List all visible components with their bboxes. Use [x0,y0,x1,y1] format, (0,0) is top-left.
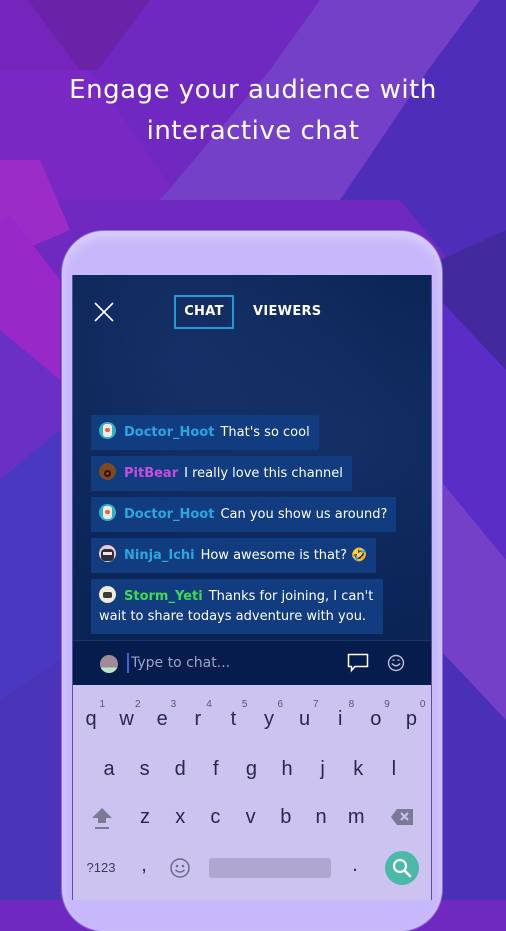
key-p[interactable]: p0 [394,697,428,741]
key-hint: 2 [135,699,141,710]
key-h[interactable]: h [270,747,304,791]
key-j[interactable]: j [306,747,340,791]
chat-input-bar [73,640,431,686]
key-hint: 5 [241,699,248,710]
backspace-key[interactable] [385,795,419,839]
key-y[interactable]: y6 [252,697,286,741]
keyboard: q1w2e3r4t5y6u7i8o9p0 asdfghjkl zxcvbnm ?… [73,685,431,900]
key-label: t [230,708,237,730]
username[interactable]: Doctor_Hoot [124,507,214,522]
owl-avatar[interactable] [99,422,116,439]
key-f[interactable]: f [199,747,233,791]
username[interactable]: Ninja_Ichi [124,548,195,563]
chat-message: Storm_Yeti Thanks for joining, I can't wa… [91,579,383,634]
tab-viewers[interactable]: VIEWERS [253,295,321,329]
key-hint: 1 [99,699,105,710]
message-text: I really love this channel [184,466,343,481]
key-hint: 3 [170,699,177,710]
key-n[interactable]: n [304,795,338,839]
username[interactable]: Doctor_Hoot [124,425,214,440]
key-d[interactable]: d [163,747,197,791]
symbols-key[interactable]: ?123 [81,846,121,890]
message-text: That's so cool [220,425,310,440]
key-hint: 4 [206,699,212,710]
yeti-avatar[interactable] [99,586,116,603]
key-c[interactable]: c [198,795,232,839]
key-e[interactable]: e3 [145,697,179,741]
smiley-icon [170,858,190,878]
chat-message: PitBear I really love this channel [91,456,352,491]
chat-bubble-button[interactable] [347,653,369,677]
key-i[interactable]: i8 [323,697,357,741]
emoji-key[interactable] [163,846,197,890]
ninja-avatar[interactable] [99,545,116,562]
search-key[interactable] [385,851,419,885]
username[interactable]: Storm_Yeti [124,589,203,604]
key-l[interactable]: l [377,747,411,791]
bear-avatar[interactable] [99,463,116,480]
chat-message: Doctor_Hoot Can you show us around? [91,497,397,532]
key-k[interactable]: k [341,747,375,791]
key-hint: 6 [277,699,283,710]
key-s[interactable]: s [128,747,162,791]
owl-avatar[interactable] [99,504,116,521]
username[interactable]: PitBear [124,466,178,481]
chat-messages: Doctor_Hoot That's so cool PitBear I reall… [91,415,411,640]
key-label: q [85,708,97,730]
key-label: w [119,708,134,730]
shift-icon [92,808,112,829]
key-label: i [337,708,343,730]
key-label: u [299,708,311,730]
key-hint: 0 [419,699,426,710]
shift-key[interactable] [85,797,119,841]
my-avatar[interactable] [100,655,118,673]
chat-bubble-icon [347,653,369,673]
key-m[interactable]: m [339,795,373,839]
close-icon [94,302,114,322]
headline-line-1: Engage your audience with [69,75,437,105]
key-u[interactable]: u7 [288,697,322,741]
key-x[interactable]: x [163,795,197,839]
search-icon [392,858,412,878]
key-v[interactable]: v [234,795,268,839]
key-label: o [370,708,382,730]
headline: Engage your audience with interactive ch… [0,70,506,152]
key-label: y [264,708,274,730]
backspace-icon [391,809,413,825]
smiley-icon [387,654,405,672]
headline-line-2: interactive chat [146,116,360,146]
key-hint: 7 [313,699,319,710]
text-cursor [127,653,129,673]
key-b[interactable]: b [269,795,303,839]
close-button[interactable] [93,301,117,325]
key-hint: 9 [384,699,390,710]
chat-message: Doctor_Hoot That's so cool [91,415,319,450]
key-label: p [405,708,417,730]
space-bar[interactable] [209,858,331,878]
key-g[interactable]: g [234,747,268,791]
emoji-button[interactable] [387,654,405,676]
key-o[interactable]: o9 [359,697,393,741]
key-label: r [194,708,202,730]
tab-chat[interactable]: CHAT [174,295,234,329]
key-label: e [156,708,168,730]
phone-screen: CHAT VIEWERS Doctor_Hoot That's so cool P… [72,275,432,900]
chat-input[interactable] [131,651,331,675]
comma-key[interactable]: , [127,843,161,887]
key-q[interactable]: q1 [74,697,108,741]
period-key[interactable]: . [338,843,372,887]
chat-message: Ninja_Ichi How awesome is that? 🤣 [91,538,377,573]
message-text: Can you show us around? [220,507,388,522]
key-r[interactable]: r4 [181,697,215,741]
key-w[interactable]: w2 [110,697,144,741]
key-z[interactable]: z [128,795,162,839]
chat-panel: CHAT VIEWERS Doctor_Hoot That's so cool P… [73,275,431,685]
key-t[interactable]: t5 [216,697,250,741]
key-hint: 8 [348,699,355,710]
key-a[interactable]: a [92,747,126,791]
message-text: How awesome is that? 🤣 [200,548,368,563]
